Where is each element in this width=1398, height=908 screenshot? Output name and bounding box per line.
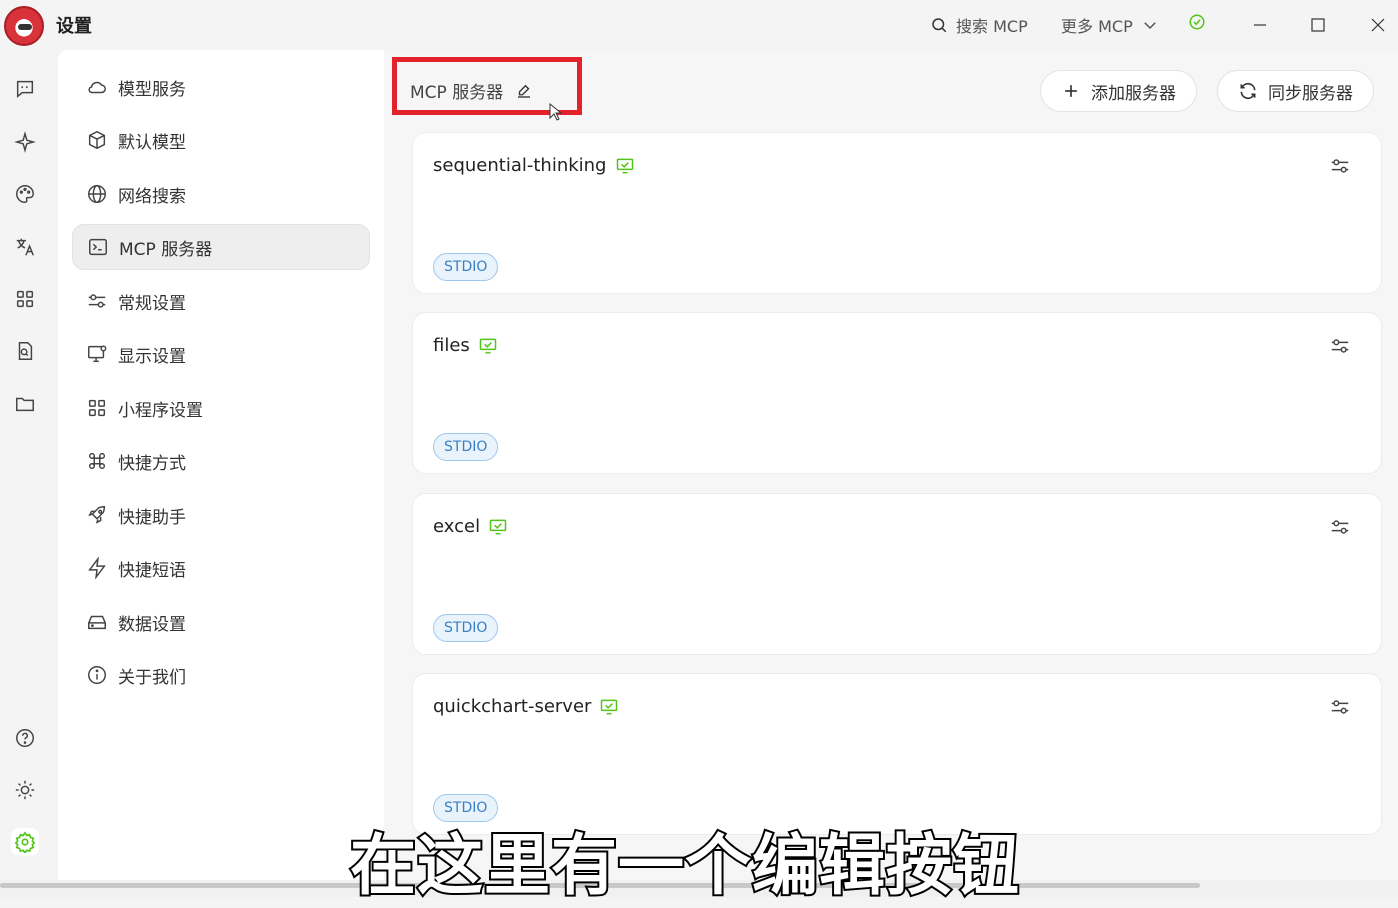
settings-sliders-icon[interactable]	[1329, 155, 1351, 177]
menu-item-miniapp-settings[interactable]: 小程序设置	[72, 385, 370, 431]
info-icon	[88, 666, 106, 684]
settings-icon[interactable]	[11, 828, 39, 856]
globe-icon	[88, 185, 106, 203]
settings-sliders-icon[interactable]	[1329, 516, 1351, 538]
cube-icon	[88, 130, 106, 150]
close-button[interactable]	[1361, 8, 1395, 42]
menu-item-data-settings[interactable]: 数据设置	[72, 599, 370, 645]
monitor-check-icon	[616, 158, 633, 173]
menu-item-quick-phrases[interactable]: 快捷短语	[72, 545, 370, 591]
server-card[interactable]: files STDIO	[412, 312, 1382, 474]
folder-icon[interactable]	[11, 390, 39, 418]
maximize-button[interactable]	[1301, 8, 1335, 42]
menu-item-label: 模型服务	[118, 79, 186, 100]
translate-icon[interactable]	[11, 233, 39, 261]
main-panel: MCP 服务器 添加服务器 同步服务器 sequential-thinking …	[384, 50, 1398, 880]
menu-item-label: 关于我们	[118, 667, 186, 688]
chat-icon[interactable]	[11, 75, 39, 103]
add-server-button[interactable]: 添加服务器	[1040, 70, 1197, 112]
menu-item-display-settings[interactable]: 显示设置	[72, 331, 370, 377]
rocket-icon	[88, 506, 106, 524]
menu-item-label: 快捷短语	[118, 560, 186, 581]
maximize-icon	[1311, 18, 1325, 32]
mouse-cursor-icon	[549, 103, 563, 121]
monitor-check-icon	[601, 699, 618, 714]
zap-icon	[88, 557, 106, 579]
transport-badge: STDIO	[433, 433, 499, 461]
app-logo	[4, 6, 44, 46]
settings-menu: 模型服务 默认模型 网络搜索 MCP 服务器 常规设置 显示设置 小程序设置 快…	[58, 50, 384, 897]
video-subtitle: 在这里有一个编辑按钮	[348, 825, 1021, 906]
menu-item-default-model[interactable]: 默认模型	[72, 117, 370, 163]
server-card[interactable]: sequential-thinking STDIO	[412, 132, 1382, 294]
monitor-check-icon	[479, 338, 497, 353]
menu-item-shortcuts[interactable]: 快捷方式	[72, 438, 370, 484]
more-mcp-button[interactable]: 更多 MCP	[1061, 13, 1159, 37]
palette-icon[interactable]	[11, 180, 39, 208]
window-title: 设置	[56, 16, 92, 37]
monitor-check-icon	[489, 519, 507, 534]
menu-item-general-settings[interactable]: 常规设置	[72, 278, 370, 324]
cloud-icon	[88, 81, 106, 94]
file-search-icon[interactable]	[11, 337, 39, 365]
hard-drive-icon	[88, 615, 106, 630]
apps-icon[interactable]	[11, 285, 39, 313]
transport-badge: STDIO	[433, 253, 499, 281]
menu-item-label: 快捷方式	[118, 453, 186, 474]
minimize-icon	[1254, 24, 1266, 26]
search-icon	[932, 18, 947, 33]
monitor-icon	[88, 345, 107, 363]
chevron-down-icon	[1143, 22, 1156, 30]
menu-item-about-us[interactable]: 关于我们	[72, 652, 370, 698]
sync-server-label: 同步服务器	[1268, 83, 1353, 104]
menu-item-label: 显示设置	[118, 346, 186, 367]
more-mcp-label: 更多 MCP	[1061, 17, 1133, 36]
sync-server-button[interactable]: 同步服务器	[1217, 70, 1374, 112]
minimize-button[interactable]	[1243, 8, 1277, 42]
plus-icon	[1065, 85, 1077, 97]
menu-item-model-service[interactable]: 模型服务	[72, 64, 370, 110]
menu-item-mcp-servers[interactable]: MCP 服务器	[72, 224, 370, 270]
menu-item-label: 快捷助手	[118, 507, 186, 528]
menu-item-label: 小程序设置	[118, 400, 203, 421]
menu-item-web-search[interactable]: 网络搜索	[72, 171, 370, 217]
server-card[interactable]: quickchart-server STDIO	[412, 673, 1382, 835]
title-bar: 设置 搜索 MCP 更多 MCP	[0, 0, 1398, 50]
menu-item-label: 网络搜索	[118, 186, 186, 207]
menu-item-label: 数据设置	[118, 614, 186, 635]
server-card[interactable]: excel STDIO	[412, 493, 1382, 655]
terminal-icon	[89, 238, 107, 256]
sparkle-icon[interactable]	[11, 128, 39, 156]
command-icon	[88, 452, 106, 470]
search-mcp-button[interactable]: 搜索 MCP	[930, 13, 1028, 37]
refresh-icon	[1240, 82, 1256, 100]
menu-item-label: 默认模型	[118, 132, 186, 153]
server-name: sequential-thinking	[433, 155, 635, 176]
theme-icon[interactable]	[11, 776, 39, 804]
grid-icon	[88, 399, 106, 417]
help-icon[interactable]	[11, 724, 39, 752]
settings-sliders-icon[interactable]	[1329, 696, 1351, 718]
check-circle-icon	[1189, 14, 1205, 30]
sliders-icon	[88, 294, 106, 308]
menu-item-quick-assistant[interactable]: 快捷助手	[72, 492, 370, 538]
menu-item-label: MCP 服务器	[119, 239, 213, 260]
icon-rail	[0, 50, 58, 897]
server-name: files	[433, 335, 498, 356]
status-ok-button[interactable]	[1188, 13, 1206, 31]
server-name: quickchart-server	[433, 696, 619, 717]
menu-item-label: 常规设置	[118, 293, 186, 314]
server-name: excel	[433, 516, 508, 537]
close-icon	[1371, 18, 1385, 32]
transport-badge: STDIO	[433, 614, 499, 642]
add-server-label: 添加服务器	[1091, 83, 1176, 104]
settings-sliders-icon[interactable]	[1329, 335, 1351, 357]
search-mcp-label: 搜索 MCP	[956, 17, 1028, 36]
